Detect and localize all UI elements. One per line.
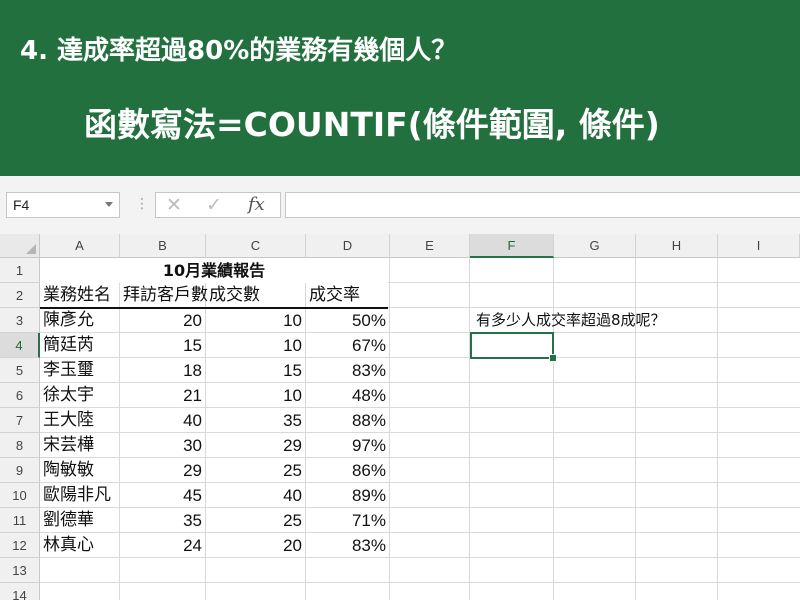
name-box-value: F4 [13, 197, 30, 213]
row-header[interactable]: 3 [0, 308, 40, 333]
question-note-cell[interactable]: 有多少人成交率超過8成呢？ [476, 308, 666, 333]
row-header[interactable]: 4 [0, 333, 40, 358]
cell-rate[interactable]: 50% [306, 308, 390, 333]
cell-deals[interactable]: 25 [206, 508, 306, 533]
cell-deals[interactable]: 15 [206, 358, 306, 383]
cell-visits[interactable]: 45 [120, 483, 206, 508]
column-header-f[interactable]: F [470, 234, 554, 258]
cancel-icon[interactable]: ✕ [166, 194, 182, 216]
cell-name[interactable]: 李玉璽 [40, 358, 123, 383]
cell-visits[interactable]: 30 [120, 433, 206, 458]
enter-icon[interactable]: ✓ [206, 194, 222, 216]
row-header[interactable]: 12 [0, 533, 40, 558]
cell-name[interactable]: 簡廷芮 [40, 333, 123, 358]
cell-name[interactable]: 劉德華 [40, 508, 123, 533]
header-cell-rate[interactable]: 成交率 [306, 283, 360, 308]
cell-deals[interactable]: 10 [206, 383, 306, 408]
cell-visits[interactable]: 29 [120, 458, 206, 483]
active-cell-f4[interactable] [470, 332, 554, 359]
column-header-d[interactable]: D [306, 234, 390, 258]
cell-rate[interactable]: 83% [306, 533, 390, 558]
cell-rate[interactable]: 97% [306, 433, 390, 458]
column-header-a[interactable]: A [40, 234, 120, 258]
fill-handle[interactable] [549, 354, 557, 362]
formula-bar: F4 ⋮ ✕ ✓ fx [0, 176, 800, 234]
column-header-g[interactable]: G [554, 234, 636, 258]
cell-visits[interactable]: 35 [120, 508, 206, 533]
cell-name[interactable]: 徐太宇 [40, 383, 123, 408]
select-all-button[interactable] [0, 234, 40, 258]
question-text: 4. 達成率超過80%的業務有幾個人？ [20, 36, 458, 66]
worksheet-grid: A B C D E F G H I 1 2 3 4 5 6 7 8 9 10 1… [0, 234, 800, 600]
cell-rate[interactable]: 48% [306, 383, 390, 408]
row-header[interactable]: 8 [0, 433, 40, 458]
cell-name[interactable]: 陳彥允 [40, 308, 123, 333]
header-cell-name[interactable]: 業務姓名 [40, 283, 111, 308]
report-title-cell[interactable]: 10月業績報告 [40, 258, 388, 283]
row-header[interactable]: 10 [0, 483, 40, 508]
cell-visits[interactable]: 24 [120, 533, 206, 558]
row-header[interactable]: 11 [0, 508, 40, 533]
select-all-icon [26, 244, 36, 254]
row-header[interactable]: 5 [0, 358, 40, 383]
header-cell-deals[interactable]: 成交數 [206, 283, 260, 308]
formula-buttons: ✕ ✓ fx [155, 192, 281, 218]
cell-visits[interactable]: 40 [120, 408, 206, 433]
cell-rate[interactable]: 83% [306, 358, 390, 383]
row-header[interactable]: 6 [0, 383, 40, 408]
column-header-i[interactable]: I [718, 234, 800, 258]
title-banner: 4. 達成率超過80%的業務有幾個人？ 函數寫法=COUNTIF(條件範圍, 條… [0, 0, 800, 176]
cell-deals[interactable]: 35 [206, 408, 306, 433]
cell-visits[interactable]: 18 [120, 358, 206, 383]
cell-rate[interactable]: 89% [306, 483, 390, 508]
cell-rate[interactable]: 67% [306, 333, 390, 358]
row-header[interactable]: 9 [0, 458, 40, 483]
row-header[interactable]: 2 [0, 283, 40, 308]
cell-name[interactable]: 歐陽非凡 [40, 483, 123, 508]
cell-deals[interactable]: 20 [206, 533, 306, 558]
cell-rate[interactable]: 88% [306, 408, 390, 433]
cell-visits[interactable]: 20 [120, 308, 206, 333]
chevron-down-icon[interactable] [105, 202, 113, 207]
more-options-icon[interactable]: ⋮ [135, 196, 149, 212]
cell-name[interactable]: 陶敏敏 [40, 458, 123, 483]
formula-hint: 函數寫法=COUNTIF(條件範圍, 條件) [84, 105, 660, 144]
cell-name[interactable]: 林真心 [40, 533, 123, 558]
row-header[interactable]: 14 [0, 583, 40, 600]
cell-visits[interactable]: 21 [120, 383, 206, 408]
row-header[interactable]: 1 [0, 258, 40, 283]
cell-deals[interactable]: 10 [206, 333, 306, 358]
cell-rate[interactable]: 71% [306, 508, 390, 533]
column-header-c[interactable]: C [206, 234, 306, 258]
cell-deals[interactable]: 40 [206, 483, 306, 508]
cell-rate[interactable]: 86% [306, 458, 390, 483]
row-header[interactable]: 13 [0, 558, 40, 583]
cell-name[interactable]: 王大陸 [40, 408, 123, 433]
cell-deals[interactable]: 29 [206, 433, 306, 458]
column-header-h[interactable]: H [636, 234, 718, 258]
cell-deals[interactable]: 25 [206, 458, 306, 483]
insert-function-icon[interactable]: fx [248, 194, 265, 215]
name-box[interactable]: F4 [6, 192, 120, 218]
cell-name[interactable]: 宋芸樺 [40, 433, 123, 458]
formula-input[interactable] [285, 192, 800, 218]
column-header-b[interactable]: B [120, 234, 206, 258]
row-header[interactable]: 7 [0, 408, 40, 433]
column-header-e[interactable]: E [390, 234, 470, 258]
header-cell-visits[interactable]: 拜訪客戶數 [120, 283, 208, 308]
cell-deals[interactable]: 10 [206, 308, 306, 333]
cell-visits[interactable]: 15 [120, 333, 206, 358]
